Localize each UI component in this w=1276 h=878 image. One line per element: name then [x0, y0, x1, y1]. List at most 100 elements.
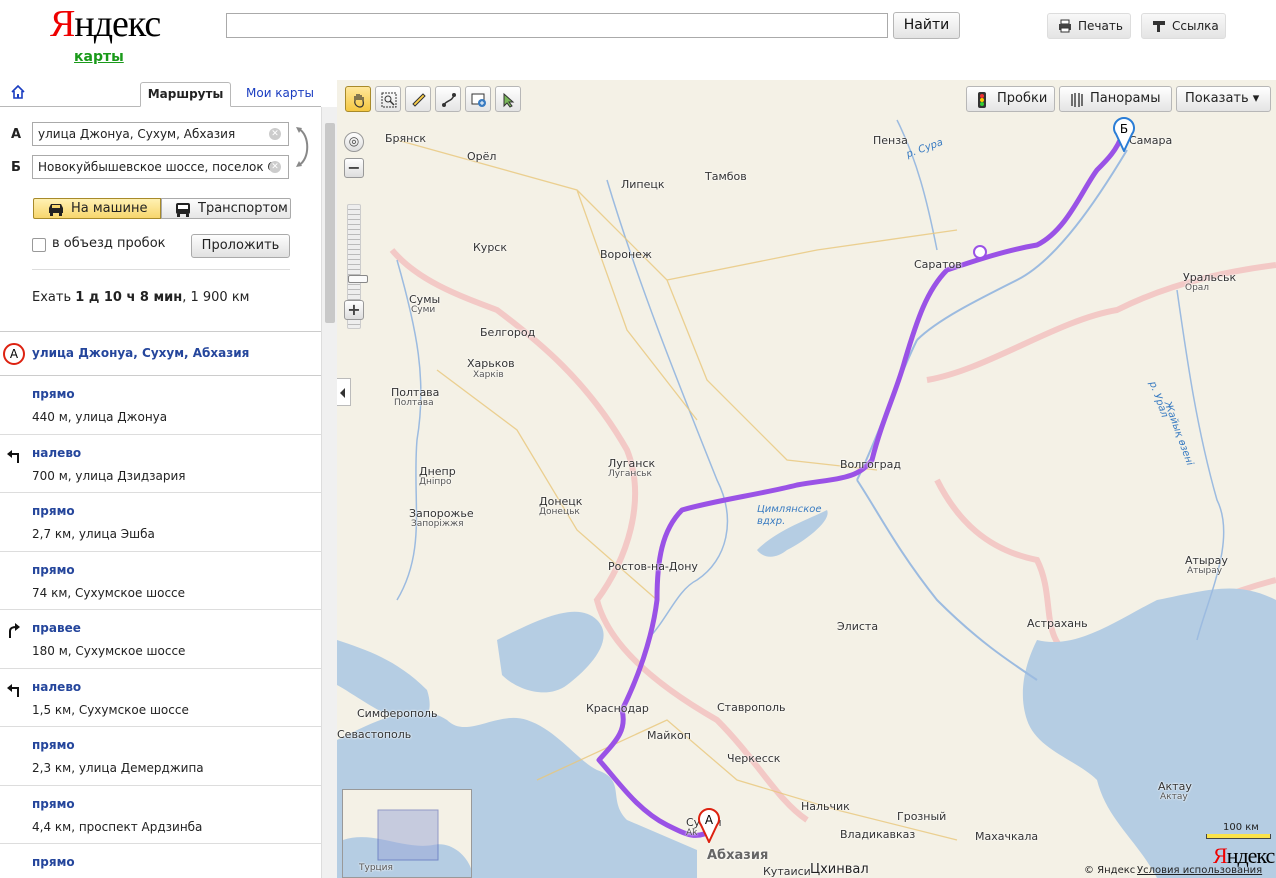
sidebar-scrollbar[interactable] — [321, 107, 337, 878]
route-summary: Ехать 1 д 10 ч 8 мин, 1 900 км — [32, 290, 249, 305]
city-label-grozny: Грозный — [897, 810, 947, 823]
yandex-logo[interactable]: Яндекс — [50, 2, 161, 46]
city-label-aktau2: Актау — [1160, 792, 1188, 802]
ruler-tool-button[interactable] — [405, 86, 431, 112]
terms-link[interactable]: Условия использования — [1137, 865, 1262, 876]
mode-transit-label: Транспортом — [198, 201, 288, 216]
drag-tool-button[interactable] — [345, 86, 371, 112]
step-direction: налево — [32, 445, 82, 460]
step-direction: прямо — [32, 855, 75, 869]
route-step[interactable]: прямо 74 км, Сухумское шоссе — [0, 552, 321, 610]
print-label: Печать — [1078, 19, 1123, 33]
sidebar: Маршруты Мои карты А улица Джонуа, Сухум… — [0, 80, 337, 878]
city-label-zaporizhzhia: Запоріжжя — [411, 519, 464, 529]
sidebar-tabs: Маршруты Мои карты — [0, 80, 321, 107]
search-input[interactable] — [226, 13, 888, 38]
traffic-label: Пробки — [997, 91, 1048, 106]
map[interactable]: Брянск Орёл Липецк Тамбов Пенза Самара Курск Во… — [337, 80, 1276, 878]
point-a-input[interactable]: улица Джонуа, Сухум, Абхазия ✕ — [32, 122, 289, 146]
city-label-penza: Пенза — [873, 134, 908, 147]
city-label-lipetsk: Липецк — [621, 178, 665, 191]
route-step[interactable]: прямо 440 м, улица Джонуа — [0, 376, 321, 435]
select-tool-button[interactable] — [495, 86, 521, 112]
via-point-icon[interactable] — [973, 245, 987, 259]
avoid-traffic-checkbox[interactable] — [32, 238, 46, 252]
route-tool-button[interactable] — [435, 86, 461, 112]
city-label-saratov: Саратов — [914, 258, 962, 271]
city-label-cherkessk: Черкесск — [727, 752, 781, 765]
city-label-kharkov: Харьков — [467, 357, 515, 370]
start-marker-icon: А — [3, 343, 25, 365]
point-b-input[interactable]: Новокуйбышевское шоссе, поселок С ✕ — [32, 155, 289, 179]
locate-icon[interactable]: ◎ — [344, 132, 364, 152]
tab-my-maps[interactable]: Мои карты — [240, 82, 320, 107]
route-step[interactable]: правее 180 м, Сухумское шоссе — [0, 610, 321, 669]
show-layers-button[interactable]: Показать ▾ — [1176, 86, 1271, 112]
route-start-label: улица Джонуа, Сухум, Абхазия — [32, 346, 250, 360]
minimap[interactable]: Турция — [342, 789, 472, 878]
step-direction: прямо — [32, 504, 75, 518]
route-steps: А улица Джонуа, Сухум, Абхазия прямо 440 … — [0, 331, 321, 878]
print-button[interactable]: Печать — [1047, 13, 1131, 39]
magnifier-icon — [381, 92, 397, 108]
scrollbar-thumb[interactable] — [325, 123, 335, 323]
zoom-in-button[interactable]: + — [344, 300, 364, 320]
summary-time: 1 д 10 ч 8 мин — [75, 290, 183, 305]
add-object-tool-button[interactable] — [465, 86, 491, 112]
traffic-light-icon — [978, 92, 986, 108]
collapse-sidebar-button[interactable] — [337, 378, 351, 406]
city-label-kursk: Курск — [473, 241, 507, 254]
clear-b-icon[interactable]: ✕ — [269, 161, 281, 173]
zoom-slider-thumb[interactable] — [348, 275, 368, 283]
route-start[interactable]: А улица Джонуа, Сухум, Абхазия — [0, 332, 321, 376]
step-detail: 2,7 км, улица Эшба — [32, 527, 155, 541]
swap-points-icon[interactable] — [294, 125, 312, 169]
pin-b-icon[interactable]: Б — [1110, 116, 1138, 152]
link-label: Ссылка — [1172, 19, 1219, 33]
route-step[interactable]: налево 700 м, улица Дзидзария — [0, 435, 321, 493]
route-step[interactable]: прямо 2,7 км, улица Эшба — [0, 493, 321, 552]
tab-routes[interactable]: Маршруты — [140, 82, 231, 107]
traffic-button[interactable]: Пробки — [966, 86, 1055, 112]
ruler-icon — [412, 93, 426, 107]
route-step[interactable]: налево 1,5 км, Сухумское шоссе — [0, 669, 321, 727]
copyright: © Яндекс — [1084, 865, 1136, 876]
city-label-krasnodar: Краснодар — [586, 702, 649, 715]
chevron-left-icon — [340, 388, 345, 398]
step-direction: прямо — [32, 387, 75, 401]
zoom-out-button[interactable]: − — [344, 158, 364, 178]
mode-car-label: На машине — [71, 201, 148, 216]
route-step[interactable]: прямо 2,3 км, улица Демерджипа — [0, 727, 321, 786]
city-label-sevastopol: Севастополь — [337, 728, 412, 741]
step-direction: прямо — [32, 738, 75, 752]
point-b-label: Б — [11, 160, 21, 175]
city-label-bryansk: Брянск — [385, 132, 427, 145]
turn-icon — [6, 622, 22, 642]
link-icon — [1153, 21, 1165, 32]
pin-a-icon[interactable]: А — [695, 807, 723, 843]
city-label-nalchik: Нальчик — [801, 800, 850, 813]
summary-distance: , 1 900 км — [182, 290, 250, 305]
clear-a-icon[interactable]: ✕ — [269, 128, 281, 140]
car-icon — [49, 204, 63, 216]
step-detail: 4,4 км, проспект Ардзинба — [32, 819, 203, 834]
city-label-lugansk2: Луганськ — [608, 469, 652, 479]
maps-link[interactable]: карты — [74, 49, 124, 65]
city-label-abkhazia: Абхазия — [707, 848, 769, 863]
panorama-icon — [1071, 93, 1083, 107]
mode-car-button[interactable]: На машине — [33, 198, 161, 219]
home-icon[interactable] — [10, 85, 26, 99]
turn-icon — [6, 447, 22, 467]
zoom-area-tool-button[interactable] — [375, 86, 401, 112]
search-button[interactable]: Найти — [893, 12, 960, 39]
mode-transit-button[interactable]: Транспортом — [161, 198, 291, 219]
panoramas-button[interactable]: Панорамы — [1059, 86, 1172, 112]
hand-icon — [354, 94, 364, 108]
minimap-label-turkey: Турция — [359, 863, 393, 873]
link-button[interactable]: Ссылка — [1141, 13, 1226, 39]
pin-b-letter: Б — [1120, 122, 1128, 136]
route-icon — [442, 93, 456, 107]
route-step[interactable]: прямо — [0, 844, 321, 878]
build-route-button[interactable]: Проложить — [191, 234, 290, 258]
route-step[interactable]: прямо 4,4 км, проспект Ардзинба — [0, 786, 321, 844]
